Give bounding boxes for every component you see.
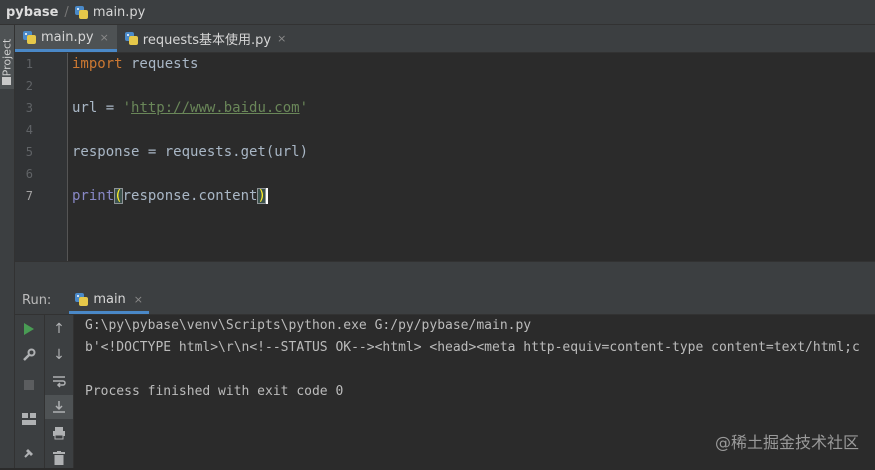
console-line: G:\py\pybase\venv\Scripts\python.exe G:/… <box>85 318 532 333</box>
run-tab-label: main <box>93 291 126 307</box>
line-number-gutter: 1 2 3 4 5 6 7 <box>15 53 68 261</box>
tab-label: main.py <box>41 29 94 45</box>
code-line-1[interactable]: import requests <box>72 56 198 72</box>
assignment: response = requests.get(url) <box>72 144 309 160</box>
up-arrow-icon[interactable]: ↑ <box>45 317 73 341</box>
line-number: 6 <box>25 167 33 181</box>
text-caret <box>265 188 268 204</box>
trash-icon[interactable] <box>45 446 73 470</box>
code-editor[interactable]: import requests url = 'http://www.baidu.… <box>68 53 875 261</box>
navigation-bar: pybase / main.py <box>0 0 875 25</box>
python-run-icon <box>75 292 89 306</box>
editor-tab-bar: main.py × requests基本使用.py × <box>15 25 875 53</box>
line-number: 2 <box>25 79 33 93</box>
string-quote: ' <box>122 100 132 116</box>
breadcrumb-project[interactable]: pybase <box>6 5 58 20</box>
wrench-icon[interactable] <box>15 343 43 367</box>
print-icon[interactable] <box>45 421 73 445</box>
python-file-icon <box>124 32 138 45</box>
code-line-5[interactable]: response = requests.get(url) <box>72 144 308 160</box>
run-label: Run: <box>22 293 52 308</box>
paren-match: ( <box>114 188 123 204</box>
pin-icon[interactable] <box>15 441 43 465</box>
argument: response.content <box>122 188 258 204</box>
code-line-3[interactable]: url = 'http://www.baidu.com' <box>72 100 308 116</box>
url-string[interactable]: http://www.baidu.com <box>131 100 300 116</box>
close-icon[interactable]: × <box>100 31 109 44</box>
paren-match: ) <box>257 188 266 204</box>
scroll-to-end-icon[interactable] <box>45 395 73 419</box>
assignment: url = <box>72 100 123 116</box>
console-line: Process finished with exit code 0 <box>85 384 344 399</box>
tool-window-strip: Project <box>0 25 15 468</box>
line-number: 4 <box>25 123 33 137</box>
project-tool-button[interactable]: Project <box>0 25 14 89</box>
builtin-print: print <box>72 188 115 204</box>
line-number: 5 <box>25 145 33 159</box>
run-tool-window-header: Run: main × <box>15 287 875 315</box>
tab-requests-py[interactable]: requests基本使用.py × <box>117 25 295 52</box>
stop-icon[interactable] <box>15 373 43 397</box>
layout-icon[interactable] <box>15 407 43 431</box>
run-icon[interactable] <box>15 317 43 341</box>
close-icon[interactable]: × <box>134 293 143 306</box>
run-toolbar-secondary: ↑ ↓ <box>45 315 74 468</box>
breadcrumb-separator: / <box>64 4 69 20</box>
run-tab-main[interactable]: main × <box>69 287 150 314</box>
string-quote: ' <box>299 100 309 116</box>
close-icon[interactable]: × <box>277 32 286 45</box>
breadcrumb-file[interactable]: main.py <box>93 5 146 20</box>
line-number: 7 <box>25 189 33 203</box>
keyword-import: import <box>72 56 123 72</box>
panel-splitter[interactable] <box>15 261 875 288</box>
tab-main-py[interactable]: main.py × <box>15 25 117 52</box>
module-name: requests <box>122 56 199 72</box>
python-file-icon <box>23 30 36 44</box>
python-file-icon <box>74 5 88 19</box>
soft-wrap-icon[interactable] <box>45 369 73 393</box>
line-number: 3 <box>25 101 33 115</box>
folder-icon <box>2 77 11 85</box>
console-line: b'<!DOCTYPE html>\r\n<!--STATUS OK--><ht… <box>85 340 860 355</box>
run-toolbar-primary <box>15 315 45 468</box>
tab-label: requests基本使用.py <box>142 33 272 48</box>
line-number: 1 <box>25 57 33 71</box>
code-line-7[interactable]: print(response.content) <box>72 188 268 204</box>
down-arrow-icon[interactable]: ↓ <box>45 343 73 367</box>
watermark: @稀土掘金技术社区 <box>714 433 859 452</box>
